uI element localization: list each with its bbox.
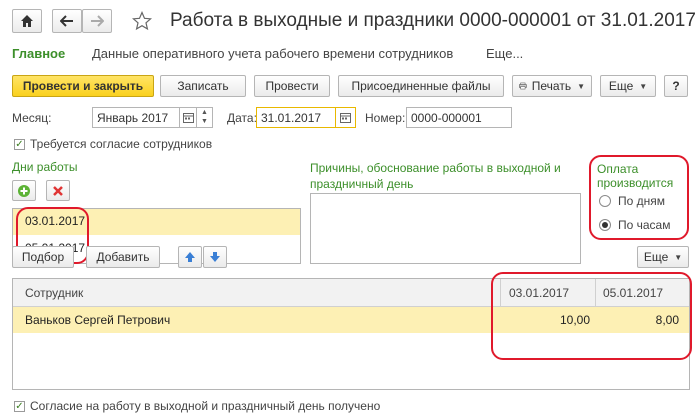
dropdown-caret-icon: ▼ [639, 81, 648, 91]
column-header-date-2[interactable]: 05.01.2017 [603, 286, 663, 300]
arrow-right-icon [91, 15, 104, 27]
table-more-button[interactable]: Еще ▼ [637, 246, 689, 268]
date-input[interactable]: 31.01.2017 [256, 107, 336, 128]
column-header-date-1[interactable]: 03.01.2017 [509, 286, 569, 300]
home-button[interactable] [12, 9, 42, 33]
column-header-employee[interactable]: Сотрудник [25, 286, 83, 300]
save-button[interactable]: Записать [160, 75, 246, 97]
month-spinner[interactable]: ▲ ▼ [197, 107, 213, 128]
payment-by-hours-label: По часам [618, 218, 671, 232]
home-icon [21, 15, 33, 27]
dropdown-caret-icon: ▼ [577, 81, 585, 91]
table-header: Сотрудник 03.01.2017 05.01.2017 [13, 279, 689, 307]
arrow-down-icon [210, 252, 220, 262]
payment-by-days-label: По дням [618, 194, 666, 208]
printer-icon [519, 82, 527, 90]
list-item[interactable]: 03.01.2017 [13, 209, 300, 235]
more-button[interactable]: Еще ▼ [600, 75, 656, 97]
consent-required-label: Требуется согласие сотрудников [30, 137, 213, 151]
date-2-hours-cell[interactable]: 8,00 [595, 313, 679, 327]
dropdown-caret-icon: ▼ [674, 252, 683, 262]
table-more-label: Еще [643, 250, 669, 264]
add-day-button[interactable] [12, 180, 36, 201]
consent-required-checkbox[interactable]: ✓ [14, 139, 25, 150]
consent-received-label: Согласие на работу в выходной и празднич… [30, 399, 381, 413]
forward-button[interactable] [82, 9, 112, 33]
post-and-close-button[interactable]: Провести и закрыть [12, 75, 154, 97]
payment-title: Оплата производится [597, 162, 674, 190]
delete-x-icon [53, 185, 63, 196]
number-label: Номер: [365, 111, 406, 125]
arrow-up-icon [185, 252, 195, 262]
print-label: Печать [531, 79, 572, 93]
date-calendar-icon[interactable] [336, 107, 356, 128]
payment-by-hours-radio[interactable] [599, 219, 611, 231]
work-days-title: Дни работы [12, 160, 78, 174]
payment-by-days-radio[interactable] [599, 195, 611, 207]
tab-main[interactable]: Главное [12, 46, 65, 61]
delete-day-button[interactable] [46, 180, 70, 201]
print-button[interactable]: Печать ▼ [512, 75, 592, 97]
nav-more-link[interactable]: Еще... [486, 46, 523, 61]
move-up-button[interactable] [178, 246, 202, 268]
help-button[interactable]: ? [664, 75, 688, 97]
calendar-icon[interactable] [180, 107, 197, 128]
more-label: Еще [608, 79, 634, 93]
number-input[interactable]: 0000-000001 [406, 107, 512, 128]
attached-files-button[interactable]: Присоединенные файлы [338, 75, 504, 97]
consent-received-checkbox[interactable]: ✓ [14, 401, 25, 412]
page-title: Работа в выходные и праздники 0000-00000… [170, 10, 696, 31]
spin-down-icon[interactable]: ▼ [197, 117, 212, 126]
date-label: Дата: [227, 111, 257, 125]
move-down-button[interactable] [203, 246, 227, 268]
add-button[interactable]: Добавить [86, 246, 160, 268]
plus-circle-icon [18, 184, 30, 197]
employees-table[interactable]: Сотрудник 03.01.2017 05.01.2017 Ваньков … [12, 278, 690, 390]
arrow-left-icon [60, 15, 73, 27]
star-icon[interactable] [132, 11, 152, 31]
date-1-hours-cell[interactable]: 10,00 [500, 313, 590, 327]
month-label: Месяц: [12, 111, 52, 125]
table-row[interactable]: Ваньков Сергей Петрович 10,00 8,00 [13, 307, 689, 333]
reasons-textarea[interactable] [310, 193, 581, 264]
month-input[interactable]: Январь 2017 [92, 107, 180, 128]
reasons-title: Причины, обоснование работы в выходной и… [310, 161, 561, 191]
back-button[interactable] [52, 9, 82, 33]
spin-up-icon[interactable]: ▲ [197, 108, 212, 117]
select-button[interactable]: Подбор [12, 246, 74, 268]
employee-cell: Ваньков Сергей Петрович [25, 313, 171, 327]
post-button[interactable]: Провести [254, 75, 330, 97]
data-link[interactable]: Данные оперативного учета рабочего време… [92, 46, 453, 61]
